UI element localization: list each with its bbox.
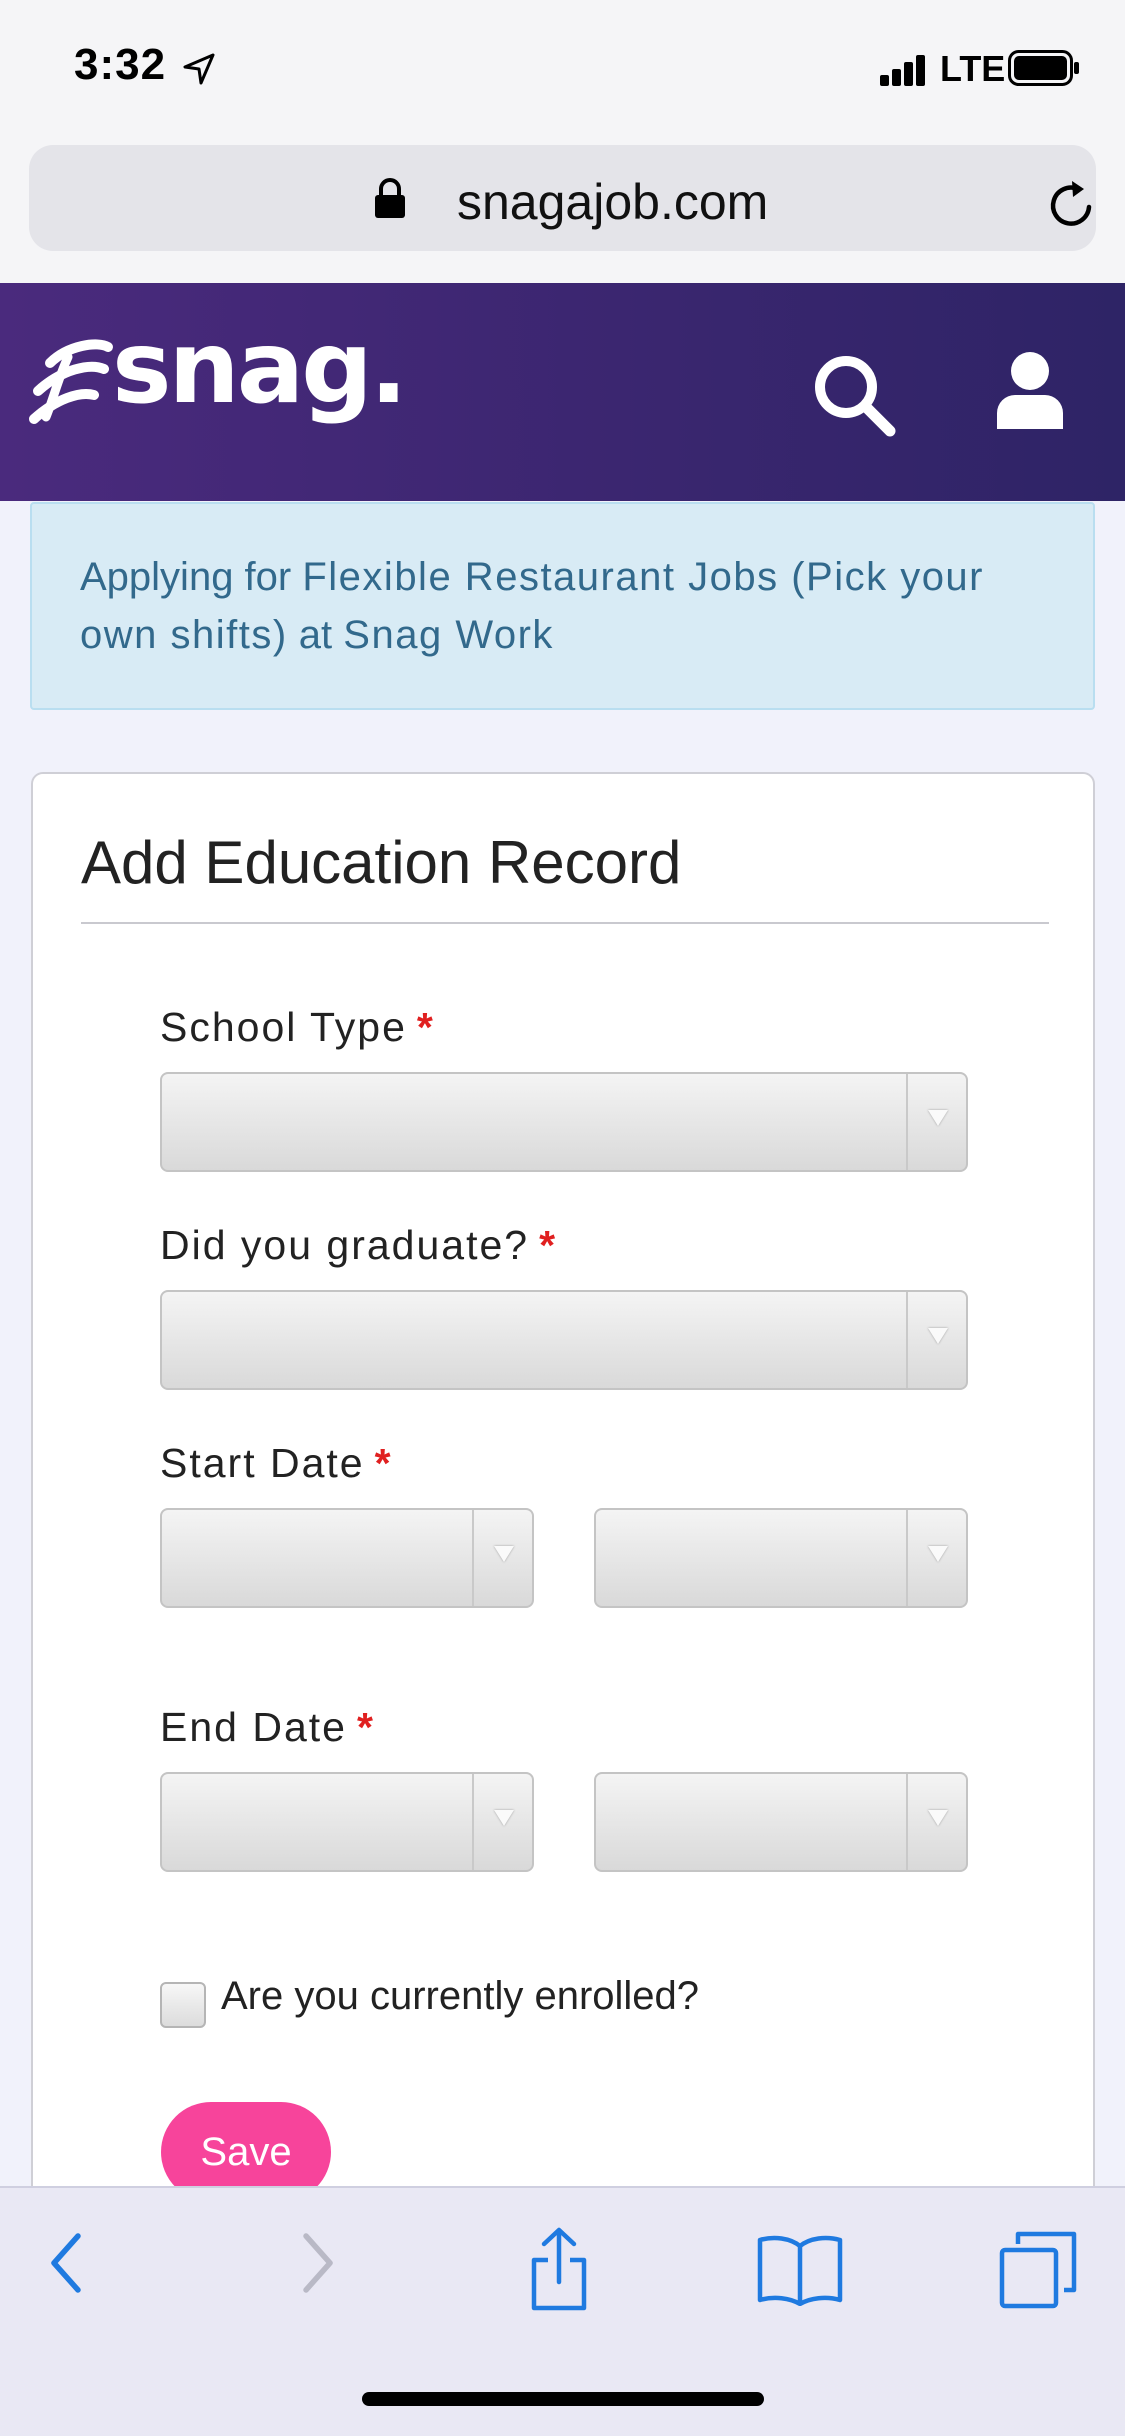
end-date-label-text: End Date — [160, 1704, 347, 1750]
share-icon[interactable] — [526, 2226, 592, 2312]
form-title: Add Education Record — [81, 829, 682, 896]
battery-icon — [1008, 50, 1079, 86]
reload-icon[interactable] — [1046, 179, 1098, 231]
required-marker: * — [356, 1704, 375, 1750]
start-date-label-text: Start Date — [160, 1440, 365, 1486]
user-account-icon[interactable] — [995, 351, 1065, 431]
end-date-label: End Date * — [160, 1704, 375, 1751]
site-header: snag. — [0, 283, 1125, 501]
chevron-down-icon — [928, 1328, 948, 1344]
home-indicator[interactable] — [362, 2392, 764, 2406]
dropdown-arrow-box — [906, 1510, 966, 1606]
network-type: LTE — [940, 48, 1006, 89]
end-year-select[interactable] — [594, 1772, 968, 1872]
lock-icon — [375, 178, 405, 218]
browser-chrome: snagajob.com — [0, 135, 1125, 283]
banner-prefix: Applying for — [80, 555, 292, 599]
dropdown-arrow-box — [472, 1774, 532, 1870]
chevron-down-icon — [928, 1110, 948, 1126]
signal-strength-icon — [880, 54, 926, 86]
logo-text[interactable]: snag. — [112, 309, 408, 426]
start-month-select[interactable] — [160, 1508, 534, 1608]
chevron-down-icon — [494, 1546, 514, 1562]
start-year-select[interactable] — [594, 1508, 968, 1608]
start-date-label: Start Date * — [160, 1440, 393, 1487]
dropdown-arrow-box — [472, 1510, 532, 1606]
banner-company: Snag Work — [343, 613, 554, 657]
chevron-down-icon — [928, 1810, 948, 1826]
required-marker: * — [374, 1440, 393, 1486]
back-icon[interactable] — [42, 2228, 92, 2298]
bookmarks-icon[interactable] — [756, 2232, 844, 2306]
tabs-icon[interactable] — [998, 2230, 1078, 2310]
chevron-down-icon — [928, 1546, 948, 1562]
address-bar[interactable]: snagajob.com — [29, 145, 1096, 251]
graduated-label-text: Did you graduate? — [160, 1222, 530, 1268]
graduated-label: Did you graduate? * — [160, 1222, 557, 1269]
chevron-down-icon — [494, 1810, 514, 1826]
search-icon[interactable] — [810, 351, 900, 441]
snag-logo-icon[interactable] — [28, 333, 118, 433]
end-month-select[interactable] — [160, 1772, 534, 1872]
applying-banner: Applying for Flexible Restaurant Jobs (P… — [30, 502, 1095, 710]
school-type-label: School Type * — [160, 1004, 435, 1051]
location-arrow-icon — [183, 53, 215, 85]
banner-connector: at — [298, 613, 333, 657]
school-type-select[interactable] — [160, 1072, 968, 1172]
dropdown-arrow-box — [906, 1074, 966, 1170]
status-time: 3:32 — [74, 40, 167, 89]
graduated-select[interactable] — [160, 1290, 968, 1390]
forward-icon[interactable] — [292, 2228, 342, 2298]
currently-enrolled-label[interactable]: Are you currently enrolled? — [221, 1974, 699, 2019]
dropdown-arrow-box — [906, 1292, 966, 1388]
currently-enrolled-checkbox[interactable] — [160, 1982, 206, 2028]
required-marker: * — [539, 1222, 558, 1268]
url-text: snagajob.com — [457, 174, 769, 230]
title-divider — [81, 922, 1049, 924]
school-type-label-text: School Type — [160, 1004, 407, 1050]
dropdown-arrow-box — [906, 1774, 966, 1870]
status-bar: 3:32 LTE — [0, 0, 1125, 135]
required-marker: * — [416, 1004, 435, 1050]
